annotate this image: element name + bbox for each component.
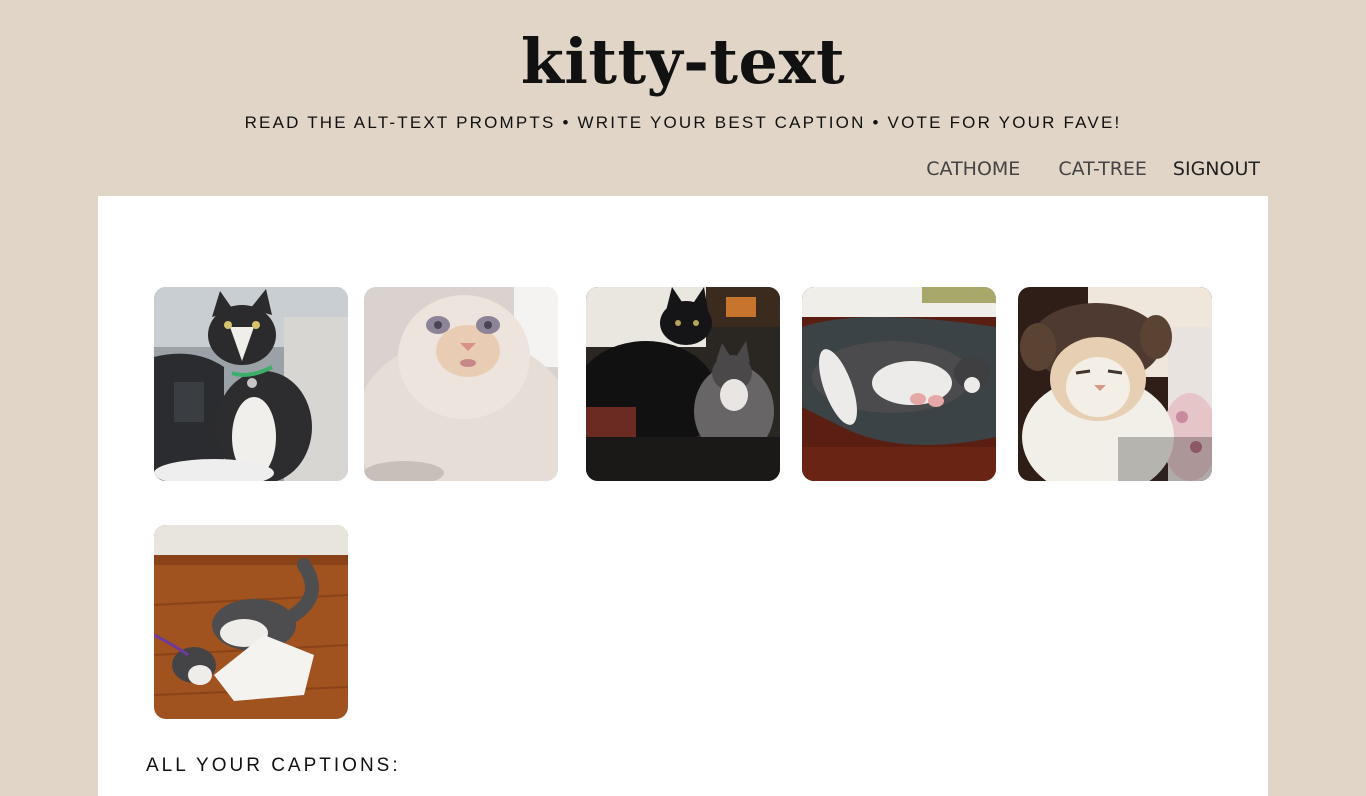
captions-heading: ALL YOUR CAPTIONS: xyxy=(146,755,401,776)
nav-link-cat-tree[interactable]: CAT-TREE xyxy=(1058,156,1147,182)
cat-photo-1[interactable] xyxy=(154,287,348,481)
site-title: kitty-text xyxy=(520,25,846,98)
cat-photo-5[interactable] xyxy=(1018,287,1212,481)
nav-link-signout[interactable]: SIGNOUT xyxy=(1173,156,1260,182)
main-nav: CATHOME CAT-TREE SIGNOUT xyxy=(926,156,1260,182)
site-tagline: READ THE ALT-TEXT PROMPTS • WRITE YOUR B… xyxy=(244,113,1122,132)
cat-photo-4[interactable] xyxy=(802,287,996,481)
cat-photo-2[interactable] xyxy=(364,287,558,481)
cat-photo-3[interactable] xyxy=(586,287,780,481)
site-header: kitty-text READ THE ALT-TEXT PROMPTS • W… xyxy=(0,0,1366,196)
nav-link-cathome[interactable]: CATHOME xyxy=(926,156,1020,182)
cat-photo-6[interactable] xyxy=(154,525,348,719)
